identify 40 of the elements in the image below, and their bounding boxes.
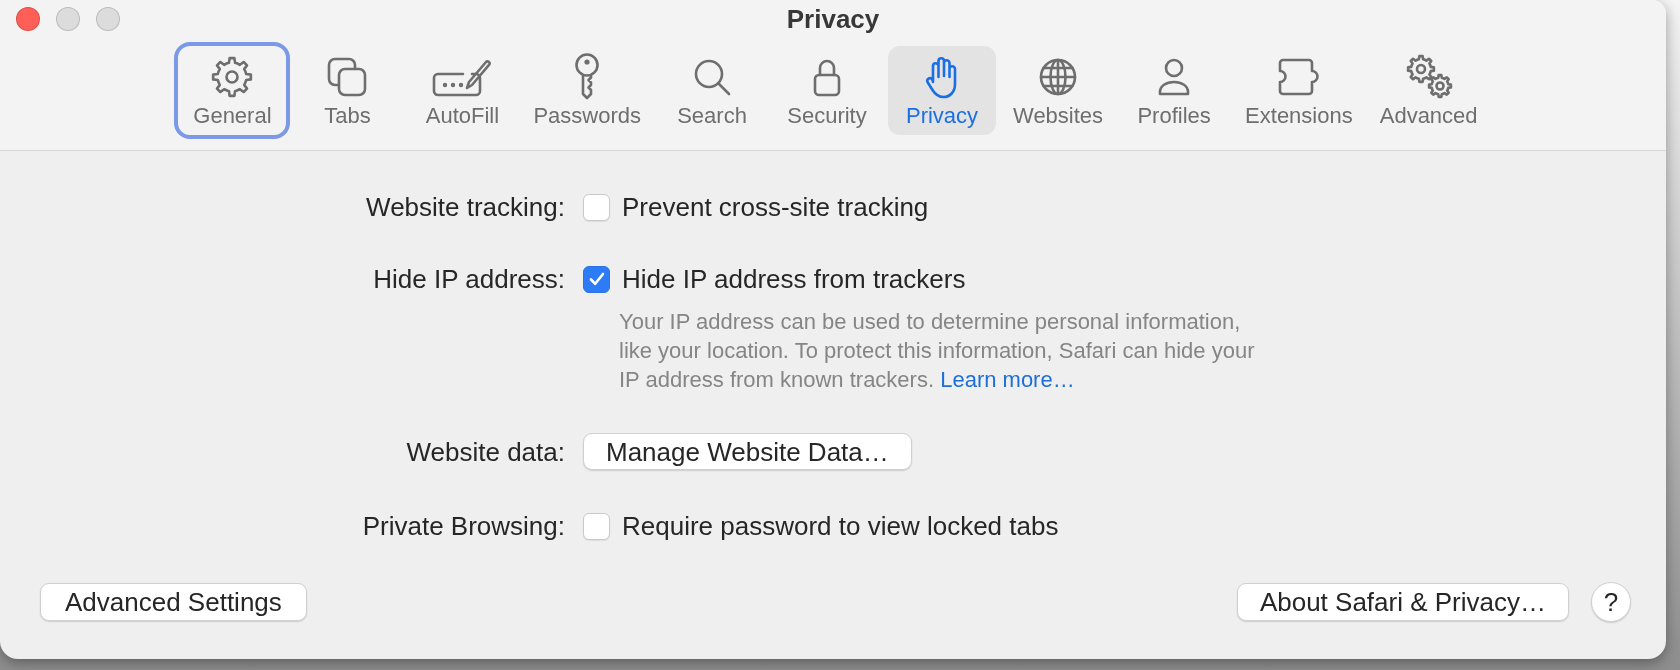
overlapping-squares-icon (327, 57, 368, 97)
checkbox-label[interactable]: Hide IP address from trackers (622, 264, 966, 294)
toolbar-tab[interactable]: Passwords (523, 46, 651, 135)
learn-more-link[interactable]: Learn more… (940, 367, 1075, 392)
toolbar-tab[interactable]: Profiles (1120, 46, 1229, 135)
text-field-pen-icon (432, 57, 493, 97)
checkbox[interactable] (583, 193, 610, 221)
checkbox-label[interactable]: Require password to view locked tabs (622, 511, 1059, 541)
checkbox-label[interactable]: Prevent cross-site tracking (622, 192, 929, 222)
manage-website-data-button[interactable]: Manage Website Data… (583, 433, 912, 470)
toolbar-tab[interactable]: General (174, 42, 291, 139)
zoom-button[interactable] (96, 7, 120, 31)
setting-label: Website tracking: (366, 192, 565, 222)
checkbox[interactable] (583, 265, 610, 293)
checkmark-icon (587, 270, 606, 288)
toolbar-tab[interactable]: Security (773, 46, 881, 135)
description-text: Your IP address can be used to determine personal information, like your location. To protect this information, Safari can hide your IP address from known trackers. Learn more… (619, 308, 1256, 394)
checkbox[interactable] (583, 512, 610, 540)
toolbar-tab[interactable]: Search (658, 46, 766, 135)
gear-icon (211, 56, 254, 98)
globe-icon (1038, 57, 1079, 97)
toolbar-tab[interactable]: Websites (1003, 46, 1114, 135)
setting-label: Website data: (406, 436, 565, 467)
setting-label: Private Browsing: (362, 511, 565, 541)
toolbar-tab[interactable]: Tabs (293, 46, 402, 135)
search-icon (692, 57, 732, 97)
toolbar-tab[interactable]: Privacy (888, 46, 996, 135)
minimize-button[interactable] (56, 7, 80, 31)
toolbar-tab[interactable]: Advanced (1369, 46, 1488, 135)
puzzle-piece-icon (1276, 57, 1321, 97)
setting-label: Hide IP address: (373, 264, 565, 294)
window-title: Privacy (786, 4, 880, 34)
about-safari-privacy-button[interactable]: About Safari & Privacy… (1236, 583, 1569, 621)
gears-icon (1404, 54, 1453, 100)
help-button[interactable]: ? (1591, 582, 1631, 622)
close-button[interactable] (16, 7, 40, 31)
toolbar-tab[interactable]: AutoFill (408, 46, 517, 135)
toolbar-tab[interactable]: Extensions (1235, 46, 1363, 135)
key-icon (573, 53, 602, 101)
advanced-settings-button[interactable]: Advanced Settings (40, 583, 307, 621)
